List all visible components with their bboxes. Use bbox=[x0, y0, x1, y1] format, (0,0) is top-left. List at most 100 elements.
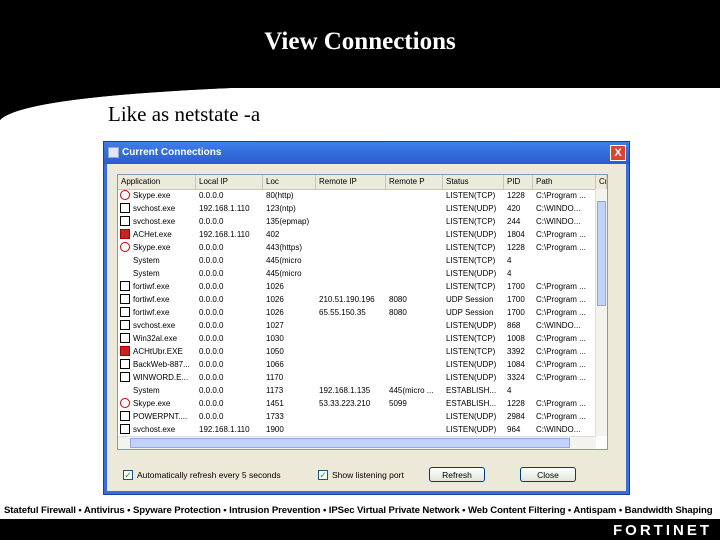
horizontal-scroll-thumb[interactable] bbox=[130, 438, 570, 448]
auto-refresh-label: Automatically refresh every 5 seconds bbox=[137, 470, 281, 480]
table-row[interactable]: Skype.exe 0.0.0.0 1451 53.33.223.210 5099 EST… bbox=[118, 397, 607, 410]
col-pid-cell: 1084 bbox=[507, 360, 525, 369]
window-icon bbox=[120, 216, 130, 226]
col-path-cell: C:\Program ... bbox=[536, 243, 586, 252]
col-path-cell: C:\Program ... bbox=[536, 360, 586, 369]
table-row[interactable]: fortiwf.exe 0.0.0.0 1026 65.55.150.35 8080 UD… bbox=[118, 306, 607, 319]
col-remote-ip-cell bbox=[316, 345, 386, 358]
table-row[interactable]: System 0.0.0.0 445(micro LISTEN(UDP) 4 bbox=[118, 267, 607, 280]
vertical-scrollbar[interactable] bbox=[595, 189, 607, 436]
col-remote-ip-cell bbox=[316, 189, 386, 202]
col-local-port-cell: 1733 bbox=[266, 412, 284, 421]
table-row[interactable]: ACHet.exe 192.168.1.110 402 LISTEN(UDP) 1804… bbox=[118, 228, 607, 241]
table-row[interactable]: Skype.exe 0.0.0.0 443(https) LISTEN(TCP) 122… bbox=[118, 241, 607, 254]
show-listening-checkbox-group[interactable]: ✓ Show listening port bbox=[318, 470, 404, 480]
feature-bar: Stateful Firewall • Antivirus • Spyware … bbox=[4, 505, 713, 516]
table-row[interactable]: ACHtUbr.EXE 0.0.0.0 1050 LISTEN(TCP) 3392 C:\… bbox=[118, 345, 607, 358]
table-row[interactable]: fortiwf.exe 0.0.0.0 1026 LISTEN(TCP) 1700 C:\… bbox=[118, 280, 607, 293]
column-headers: Application Local IP Loc Remote IP Remote PS… bbox=[118, 175, 607, 190]
col-path-cell: C:\WINDO... bbox=[536, 321, 581, 330]
col-extra-header[interactable]: Cr bbox=[596, 175, 607, 189]
col-remote-port-header[interactable]: Remote P bbox=[386, 175, 443, 189]
col-pid-cell: 3392 bbox=[507, 347, 525, 356]
col-remote-port-cell bbox=[386, 345, 443, 358]
refresh-button[interactable]: Refresh bbox=[429, 467, 485, 482]
col-remote-port-cell bbox=[386, 319, 443, 332]
connections-list[interactable]: Application Local IP Loc Remote IP Remote PS… bbox=[117, 174, 608, 450]
col-status-cell: LISTEN(UDP) bbox=[446, 204, 497, 213]
table-row[interactable]: Win32al.exe 0.0.0.0 1030 LISTEN(TCP) 1008 C:\… bbox=[118, 332, 607, 345]
col-path-cell bbox=[533, 384, 596, 397]
col-status-cell: LISTEN(TCP) bbox=[446, 334, 496, 343]
col-status-header[interactable]: Status bbox=[443, 175, 504, 189]
col-remote-ip-cell bbox=[316, 358, 386, 371]
red-circle-icon bbox=[120, 190, 130, 200]
col-path-cell: C:\Program ... bbox=[536, 399, 586, 408]
red-circle-icon bbox=[120, 242, 130, 252]
col-application-header[interactable]: Application bbox=[118, 175, 196, 189]
col-local-ip-header[interactable]: Local IP bbox=[196, 175, 263, 189]
col-status-cell: LISTEN(UDP) bbox=[446, 269, 497, 278]
auto-refresh-checkbox[interactable]: ✓ bbox=[123, 470, 133, 480]
col-path-header[interactable]: Path bbox=[533, 175, 596, 189]
col-local-ip-cell: 192.168.1.110 bbox=[199, 204, 250, 213]
col-path-cell bbox=[533, 254, 596, 267]
table-row[interactable]: svchost.exe 192.168.1.110 123(ntp) LISTEN(U… bbox=[118, 202, 607, 215]
col-pid-cell: 1700 bbox=[507, 282, 525, 291]
col-pid-cell: 1228 bbox=[507, 243, 525, 252]
col-pid-cell: 3324 bbox=[507, 373, 525, 382]
col-path-cell: C:\Program ... bbox=[536, 295, 586, 304]
table-row[interactable]: fortiwf.exe 0.0.0.0 1026 210.51.190.196 8080… bbox=[118, 293, 607, 306]
col-remote-ip-cell bbox=[316, 254, 386, 267]
table-row[interactable]: System 0.0.0.0 1173 192.168.1.135 445(micro … bbox=[118, 384, 607, 397]
col-local-ip-cell: 0.0.0.0 bbox=[199, 321, 224, 330]
col-local-ip-cell: 0.0.0.0 bbox=[199, 282, 224, 291]
window-icon bbox=[120, 203, 130, 213]
col-path-cell: C:\Program ... bbox=[536, 308, 586, 317]
col-local-port-cell: 1451 bbox=[266, 399, 284, 408]
window-icon bbox=[120, 359, 130, 369]
col-remote-ip-cell: 192.168.1.135 bbox=[319, 386, 371, 395]
table-row[interactable]: WINWORD.E... 0.0.0.0 1170 LISTEN(UDP) 3324 C:… bbox=[118, 371, 607, 384]
col-remote-port-cell bbox=[386, 371, 443, 384]
table-row[interactable]: POWERPNT.... 0.0.0.0 1733 LISTEN(UDP) 2984 C:… bbox=[118, 410, 607, 423]
col-path-cell: C:\Program ... bbox=[536, 347, 586, 356]
current-connections-window: Current Connections X Application Local I… bbox=[103, 141, 630, 495]
window-icon bbox=[120, 307, 130, 317]
col-local-ip-cell: 0.0.0.0 bbox=[199, 360, 224, 369]
auto-refresh-checkbox-group[interactable]: ✓ Automatically refresh every 5 seconds bbox=[123, 470, 281, 480]
table-row[interactable]: Skype.exe 0.0.0.0 80(http) LISTEN(TCP) 1228 C… bbox=[118, 189, 607, 202]
table-row[interactable]: BackWeb-887... 0.0.0.0 1066 LISTEN(UDP) 1084… bbox=[118, 358, 607, 371]
table-row[interactable]: System 0.0.0.0 445(micro LISTEN(TCP) 4 bbox=[118, 254, 607, 267]
col-remote-port-cell bbox=[386, 358, 443, 371]
col-remote-port-cell: 445(micro ... bbox=[389, 386, 434, 395]
col-local-port-cell: 1030 bbox=[266, 334, 284, 343]
col-local-ip-cell: 0.0.0.0 bbox=[199, 334, 224, 343]
col-remote-port-cell bbox=[386, 241, 443, 254]
col-remote-port-cell: 8080 bbox=[389, 295, 407, 304]
col-path-cell: C:\Program ... bbox=[536, 373, 586, 382]
slide-subtitle: Like as netstate -a bbox=[108, 102, 261, 126]
col-status-cell: LISTEN(UDP) bbox=[446, 230, 497, 239]
col-remote-ip-header[interactable]: Remote IP bbox=[316, 175, 386, 189]
col-status-cell: LISTEN(UDP) bbox=[446, 321, 497, 330]
table-row[interactable]: svchost.exe 0.0.0.0 1027 LISTEN(UDP) 868 C:\W… bbox=[118, 319, 607, 332]
vertical-scroll-thumb[interactable] bbox=[597, 201, 606, 306]
col-pid-header[interactable]: PID bbox=[504, 175, 533, 189]
col-local-port-cell: 1026 bbox=[266, 282, 284, 291]
col-remote-port-cell bbox=[386, 202, 443, 215]
window-titlebar[interactable]: Current Connections X bbox=[104, 142, 629, 164]
col-pid-cell: 2984 bbox=[507, 412, 525, 421]
col-local-port-header[interactable]: Loc bbox=[263, 175, 316, 189]
table-row[interactable]: svchost.exe 0.0.0.0 135(epmap) LISTEN(TCP) 2… bbox=[118, 215, 607, 228]
close-button[interactable]: Close bbox=[520, 467, 576, 482]
col-remote-ip-cell bbox=[316, 202, 386, 215]
horizontal-scrollbar[interactable] bbox=[118, 436, 596, 449]
col-remote-ip-cell bbox=[316, 410, 386, 423]
window-close-button[interactable]: X bbox=[610, 145, 626, 161]
col-local-ip-cell: 0.0.0.0 bbox=[199, 269, 224, 278]
col-path-cell: C:\Program ... bbox=[536, 412, 586, 421]
show-listening-label: Show listening port bbox=[332, 470, 404, 480]
table-row[interactable]: svchost.exe 192.168.1.110 1900 LISTEN(UDP) 9… bbox=[118, 423, 607, 436]
show-listening-checkbox[interactable]: ✓ bbox=[318, 470, 328, 480]
